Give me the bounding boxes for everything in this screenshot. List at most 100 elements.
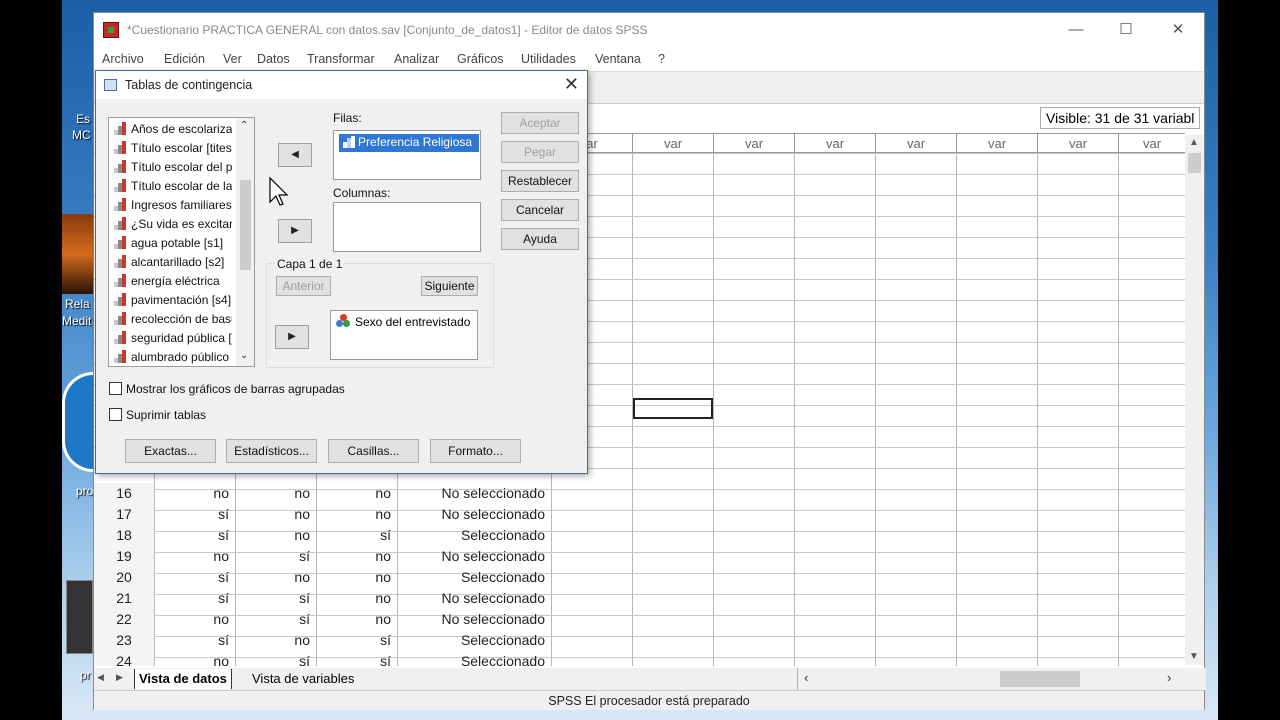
exact-button[interactable]: Exactas...	[125, 439, 216, 463]
list-scroll-up-icon[interactable]: ⌃	[240, 120, 248, 131]
column-header[interactable]: var	[794, 133, 876, 153]
table-cell[interactable]: sí	[316, 525, 397, 546]
column-header[interactable]: var	[632, 133, 714, 153]
scroll-right-icon[interactable]: ›	[1167, 670, 1171, 685]
column-header[interactable]: var	[713, 133, 795, 153]
statistics-button[interactable]: Estadísticos...	[226, 439, 317, 463]
layer-target-list[interactable]: Sexo del entrevistado	[330, 310, 478, 360]
table-cell[interactable]: no	[154, 483, 235, 504]
scroll-up-icon[interactable]: ▲	[1189, 137, 1199, 148]
help-button[interactable]: Ayuda	[501, 228, 579, 250]
table-cell[interactable]: no	[154, 651, 235, 666]
table-cell[interactable]: No seleccionado	[397, 546, 551, 567]
row-number[interactable]: 16	[94, 483, 154, 504]
rows-list-item[interactable]: Preferencia Religiosa	[339, 134, 479, 152]
column-header[interactable]: var	[956, 133, 1038, 153]
variable-list-item[interactable]: agua potable [s1]	[114, 234, 232, 253]
table-cell[interactable]: sí	[316, 651, 397, 666]
dialog-title-bar[interactable]: Tablas de contingencia ✕	[96, 71, 587, 99]
row-number[interactable]: 23	[94, 630, 154, 651]
desktop-label[interactable]: Rela	[65, 297, 90, 311]
table-cell[interactable]: sí	[154, 504, 235, 525]
source-variable-list[interactable]: Años de escolariza Título escolar [tites T…	[108, 117, 255, 367]
table-cell[interactable]: sí	[235, 546, 316, 567]
table-cell[interactable]: no	[235, 567, 316, 588]
menu-archivo[interactable]: Archivo	[102, 52, 144, 66]
vertical-scroll-thumb[interactable]	[1188, 153, 1201, 173]
dialog-close-button[interactable]: ✕	[564, 74, 579, 95]
table-cell[interactable]: sí	[154, 567, 235, 588]
table-cell[interactable]: no	[316, 609, 397, 630]
desktop-label[interactable]: MC	[72, 128, 91, 142]
desktop-label[interactable]: Es	[76, 112, 90, 126]
show-clustered-bars-checkbox[interactable]	[109, 382, 122, 395]
horizontal-scrollbar[interactable]: ‹ ›	[797, 668, 1185, 690]
layer-list-item[interactable]: Sexo del entrevistado	[336, 314, 470, 331]
variable-list-item[interactable]: pavimentación [s4]	[114, 291, 232, 310]
variable-list-item[interactable]: ¿Su vida es excitar	[114, 215, 232, 234]
column-header[interactable]: var	[875, 133, 957, 153]
rows-target-list[interactable]: Preferencia Religiosa	[333, 130, 481, 180]
variable-list-item[interactable]: recolección de basu	[114, 310, 232, 329]
column-header[interactable]: var	[1037, 133, 1119, 153]
active-cell[interactable]	[633, 398, 713, 419]
menu-analizar[interactable]: Analizar	[394, 52, 439, 66]
table-cell[interactable]: sí	[316, 630, 397, 651]
desktop-label[interactable]: pr	[80, 668, 91, 682]
close-button[interactable]: ✕	[1160, 19, 1196, 41]
menu-transformar[interactable]: Transformar	[307, 52, 375, 66]
horizontal-scroll-thumb[interactable]	[1000, 671, 1080, 687]
desktop-label[interactable]: Medit	[62, 314, 91, 328]
table-cell[interactable]: no	[154, 546, 235, 567]
column-header[interactable]: var	[1118, 133, 1185, 153]
cells-button[interactable]: Casillas...	[328, 439, 419, 463]
table-cell[interactable]: Seleccionado	[397, 525, 551, 546]
variable-list-item[interactable]: Título escolar [tites	[114, 139, 232, 158]
move-back-rows-button[interactable]: ◀	[278, 143, 312, 167]
row-number[interactable]: 20	[94, 567, 154, 588]
row-number[interactable]: 19	[94, 546, 154, 567]
table-cell[interactable]: no	[316, 567, 397, 588]
row-number[interactable]: 17	[94, 504, 154, 525]
reset-button[interactable]: Restablecer	[501, 170, 579, 192]
next-layer-button[interactable]: Siguiente	[421, 276, 478, 296]
table-cell[interactable]: No seleccionado	[397, 588, 551, 609]
list-scroll-thumb[interactable]	[240, 180, 251, 270]
row-number[interactable]: 22	[94, 609, 154, 630]
accept-button[interactable]: Aceptar	[501, 112, 579, 134]
table-cell[interactable]: Seleccionado	[397, 567, 551, 588]
variable-list-item[interactable]: alumbrado público	[114, 348, 232, 366]
table-cell[interactable]: no	[235, 525, 316, 546]
scroll-down-icon[interactable]: ▼	[1189, 651, 1199, 662]
list-scroll-down-icon[interactable]: ⌄	[240, 350, 248, 361]
variable-list-item[interactable]: Ingresos familiares	[114, 196, 232, 215]
menu-datos[interactable]: Datos	[257, 52, 290, 66]
variable-list-item[interactable]: alcantarillado [s2]	[114, 253, 232, 272]
variable-list-item[interactable]: Título escolar del p	[114, 158, 232, 177]
table-cell[interactable]: sí	[154, 525, 235, 546]
menu-help[interactable]: ?	[658, 52, 665, 66]
title-bar[interactable]: *Cuestionario PRACTICA GENERAL con datos…	[94, 13, 1204, 46]
row-number[interactable]: 21	[94, 588, 154, 609]
variable-list-item[interactable]: energía eléctrica	[114, 272, 232, 291]
table-cell[interactable]: no	[235, 630, 316, 651]
table-cell[interactable]: no	[154, 609, 235, 630]
desktop-label[interactable]: pro	[76, 484, 93, 498]
cancel-button[interactable]: Cancelar	[501, 199, 579, 221]
table-cell[interactable]: sí	[154, 588, 235, 609]
table-cell[interactable]: no	[235, 504, 316, 525]
table-cell[interactable]: no	[316, 546, 397, 567]
tab-variable-view[interactable]: Vista de variables	[252, 669, 354, 689]
menu-ver[interactable]: Ver	[223, 52, 242, 66]
table-cell[interactable]: sí	[235, 651, 316, 666]
previous-layer-button[interactable]: Anterior	[276, 276, 331, 296]
desktop-app-icon[interactable]	[62, 372, 93, 472]
scroll-left-icon[interactable]: ‹	[804, 670, 808, 685]
paste-button[interactable]: Pegar	[501, 141, 579, 163]
menu-edicion[interactable]: Edición	[164, 52, 205, 66]
table-cell[interactable]: sí	[154, 630, 235, 651]
tab-data-view[interactable]: Vista de datos	[134, 669, 232, 689]
row-number[interactable]: 24	[94, 651, 154, 666]
table-cell[interactable]: sí	[235, 588, 316, 609]
variable-list-item[interactable]: Años de escolariza	[114, 120, 232, 139]
